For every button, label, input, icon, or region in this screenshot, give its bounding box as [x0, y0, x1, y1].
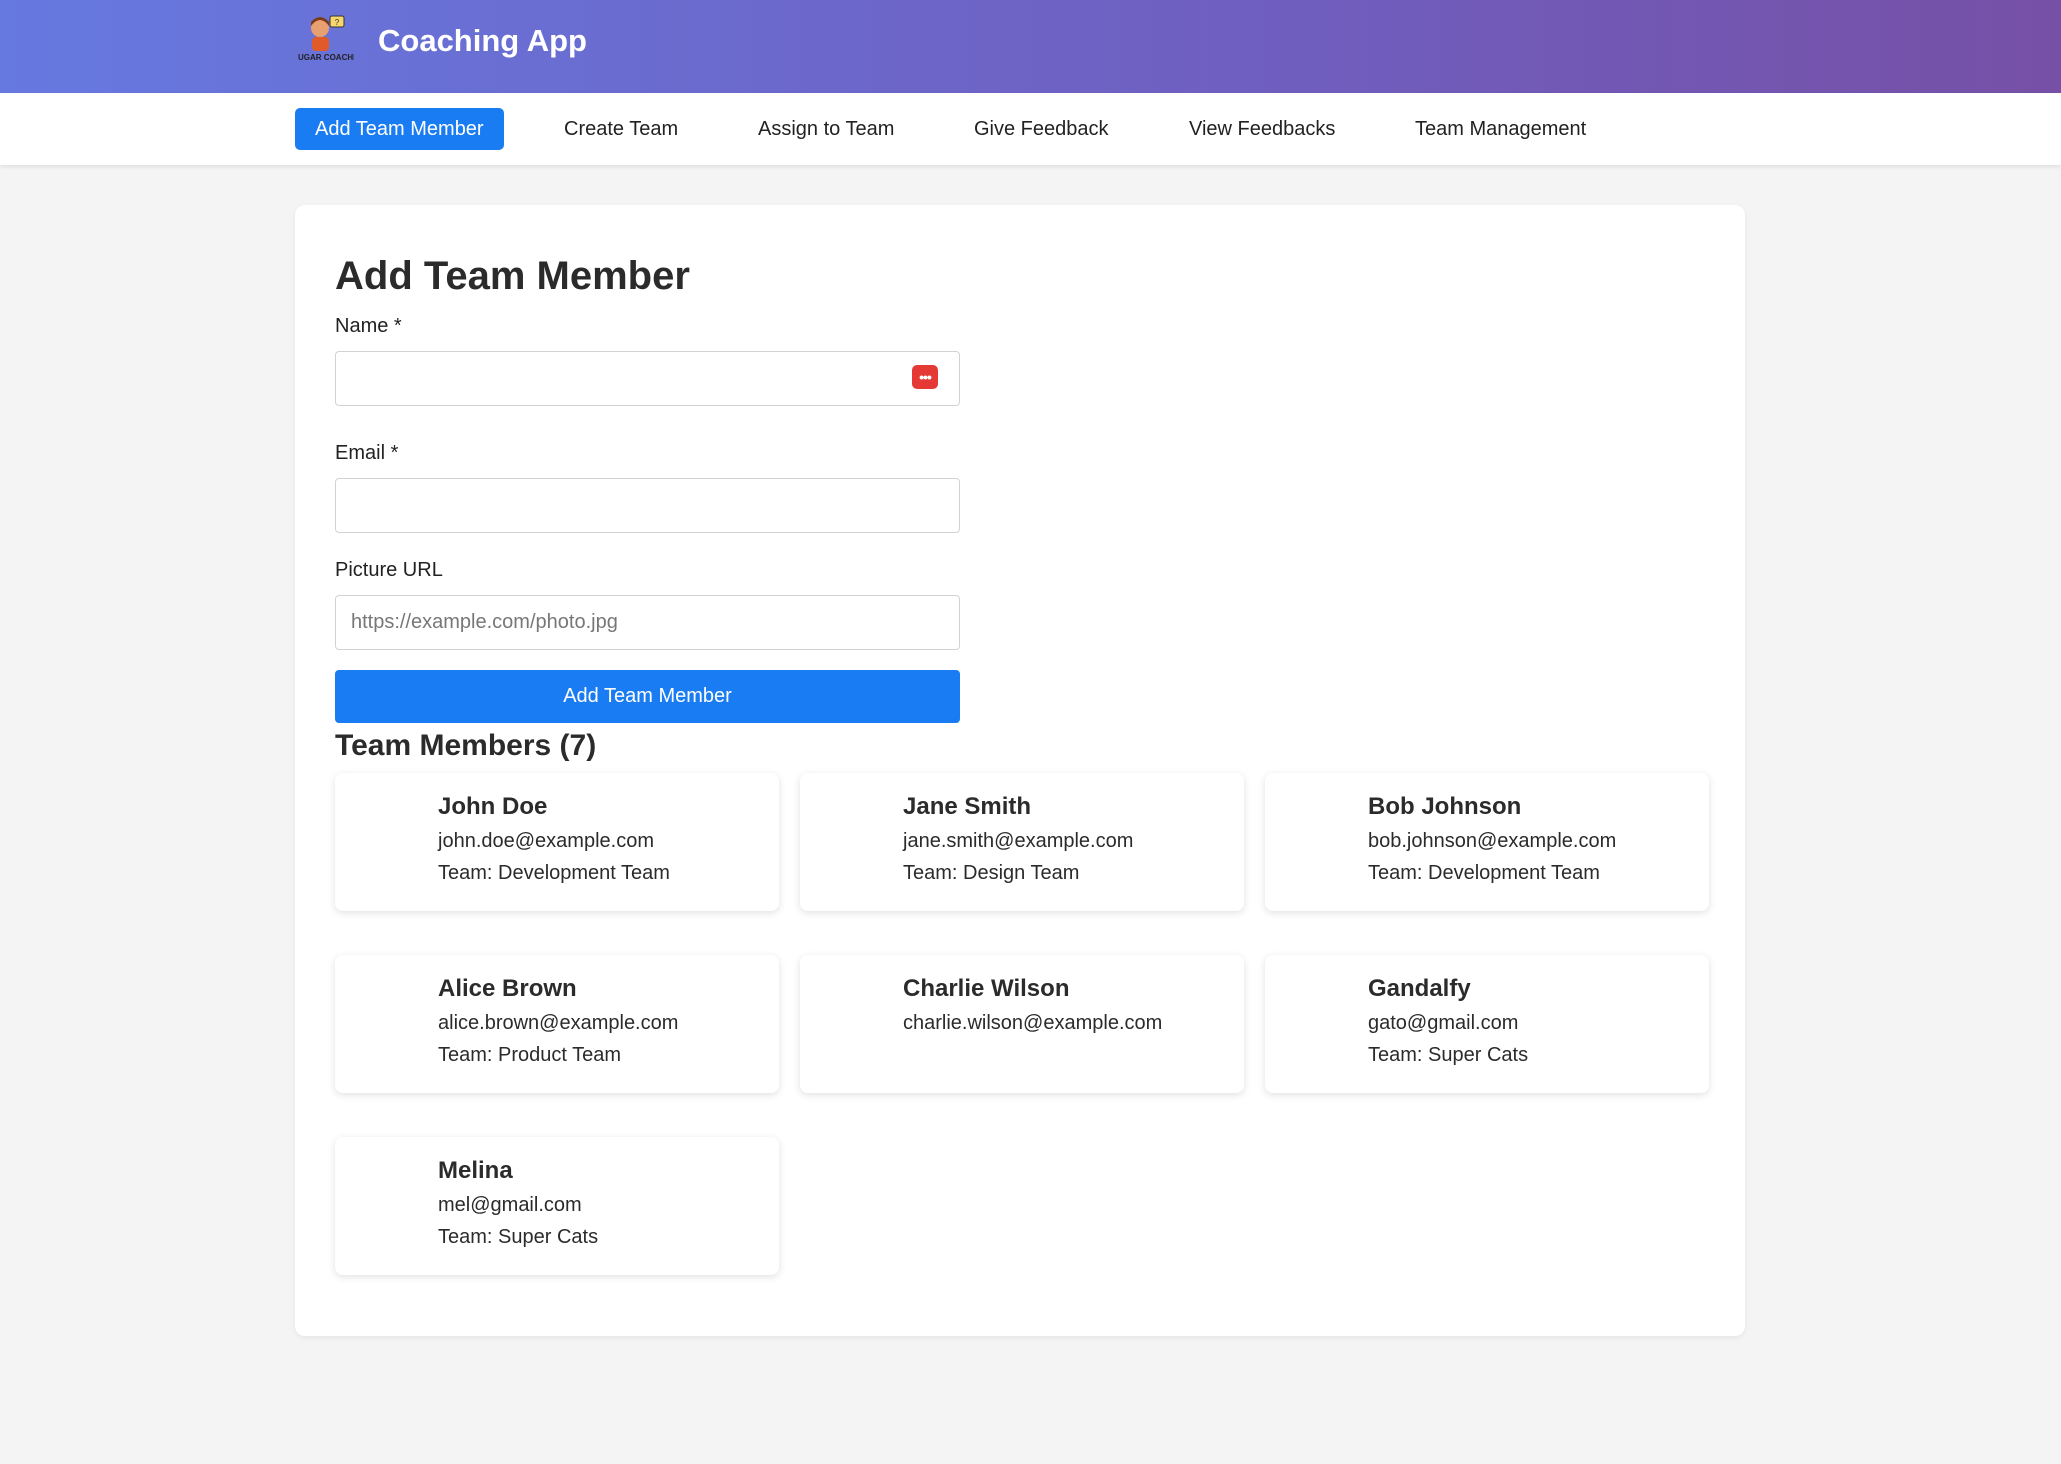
- nav-add-team-member[interactable]: Add Team Member: [295, 108, 504, 150]
- app-header: ? NOSUGAR COACHING Coaching App: [0, 0, 2061, 93]
- email-input[interactable]: [335, 478, 960, 533]
- picture-url-input[interactable]: [335, 595, 960, 650]
- nav-view-feedbacks[interactable]: View Feedbacks: [1169, 108, 1355, 150]
- member-email: john.doe@example.com: [438, 830, 654, 852]
- member-card[interactable]: John Doe john.doe@example.com Team: Deve…: [335, 773, 779, 911]
- member-team: Team: Development Team: [1368, 862, 1600, 884]
- page-title: Add Team Member: [335, 254, 690, 298]
- member-card[interactable]: Alice Brown alice.brown@example.com Team…: [335, 955, 779, 1093]
- member-email: bob.johnson@example.com: [1368, 830, 1617, 852]
- member-name: Melina: [438, 1157, 513, 1184]
- member-card[interactable]: Gandalfy gato@gmail.com Team: Super Cats: [1265, 955, 1709, 1093]
- member-name: Jane Smith: [903, 793, 1032, 820]
- member-email: alice.brown@example.com: [438, 1012, 679, 1034]
- name-input[interactable]: [335, 351, 960, 406]
- app-title: Coaching App: [378, 23, 587, 58]
- member-card[interactable]: Bob Johnson bob.johnson@example.com Team…: [1265, 773, 1709, 911]
- main-navigation: Add Team Member Create Team Assign to Te…: [0, 93, 2061, 165]
- nav-give-feedback[interactable]: Give Feedback: [954, 108, 1129, 150]
- picture-url-label: Picture URL: [335, 559, 443, 581]
- member-team: Team: Development Team: [438, 862, 670, 884]
- member-name: Charlie Wilson: [903, 975, 1070, 1002]
- team-members-heading: Team Members (7): [335, 729, 597, 762]
- team-members-grid: John Doe john.doe@example.com Team: Deve…: [335, 773, 1709, 1275]
- member-card[interactable]: Melina mel@gmail.com Team: Super Cats: [335, 1137, 779, 1275]
- member-email: charlie.wilson@example.com: [903, 1012, 1163, 1034]
- add-team-member-card: Add Team Member Name * ••• Email * Pictu…: [295, 205, 1745, 1336]
- nav-team-management[interactable]: Team Management: [1395, 108, 1606, 150]
- member-card[interactable]: Charlie Wilson charlie.wilson@example.co…: [800, 955, 1244, 1093]
- member-name: John Doe: [438, 793, 548, 820]
- member-email: mel@gmail.com: [438, 1194, 582, 1216]
- logo-text: NOSUGAR COACHING: [298, 53, 354, 62]
- member-team: Team: Super Cats: [438, 1226, 599, 1248]
- svg-text:?: ?: [335, 18, 340, 27]
- member-name: Bob Johnson: [1368, 793, 1522, 820]
- member-name: Alice Brown: [438, 975, 577, 1002]
- member-team: Team: Product Team: [438, 1044, 622, 1066]
- name-label: Name *: [335, 315, 402, 337]
- nav-assign-to-team[interactable]: Assign to Team: [738, 108, 914, 150]
- member-card[interactable]: Jane Smith jane.smith@example.com Team: …: [800, 773, 1244, 911]
- password-manager-icon[interactable]: •••: [912, 365, 938, 389]
- member-team: Team: Design Team: [903, 862, 1080, 884]
- member-email: jane.smith@example.com: [903, 830, 1134, 852]
- member-name: Gandalfy: [1368, 975, 1471, 1002]
- coaching-mascot-logo-icon[interactable]: ? NOSUGAR COACHING: [281, 12, 367, 68]
- email-label: Email *: [335, 442, 399, 464]
- nav-create-team[interactable]: Create Team: [544, 108, 698, 150]
- member-email: gato@gmail.com: [1368, 1012, 1519, 1034]
- member-team: Team: Super Cats: [1368, 1044, 1529, 1066]
- add-team-member-button[interactable]: Add Team Member: [335, 670, 960, 723]
